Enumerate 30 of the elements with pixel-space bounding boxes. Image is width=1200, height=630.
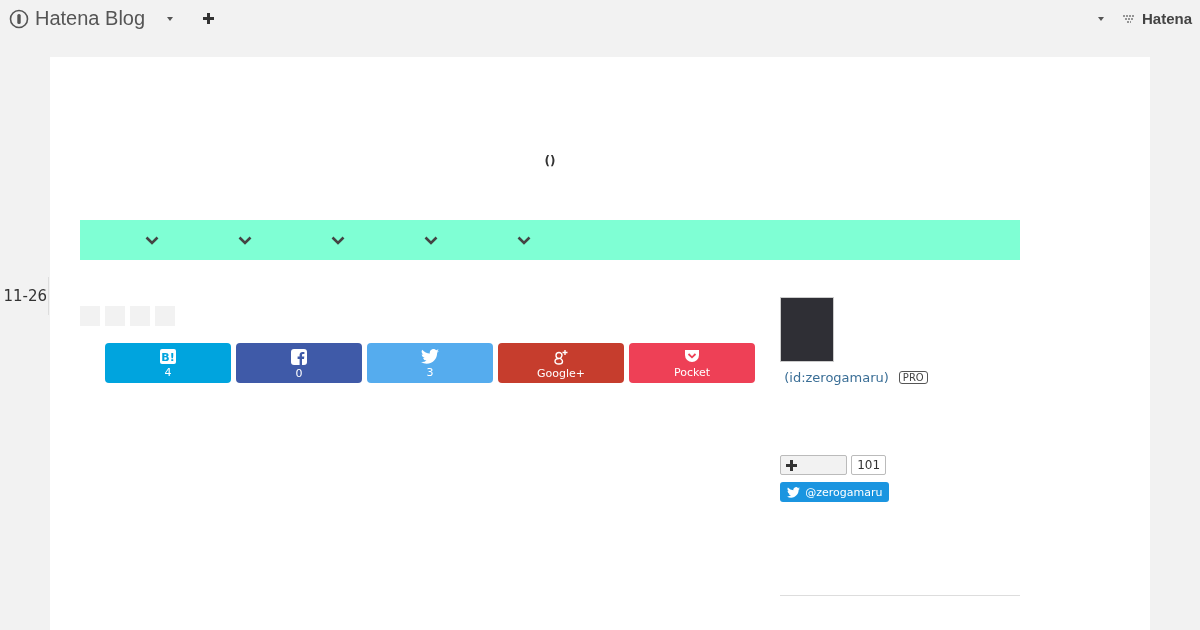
twitter-follow-button[interactable]: @zerogamaru — [780, 482, 890, 502]
entry-date: 11-26 — [0, 277, 49, 315]
facebook-icon — [291, 348, 307, 365]
chevron-down-icon[interactable] — [331, 235, 345, 245]
signal-logo-icon — [1121, 13, 1136, 24]
pro-badge: PRO — [898, 371, 928, 384]
blog-title[interactable]: () — [544, 154, 556, 168]
plus-icon[interactable] — [203, 13, 215, 24]
plus-icon — [786, 459, 798, 471]
blog-logo[interactable]: Hatena Blog — [35, 7, 146, 30]
share-button[interactable]: 0 — [236, 343, 362, 383]
share-button[interactable]: Pocket — [629, 343, 755, 383]
follower-count: 101 — [851, 455, 887, 475]
chevron-down-icon[interactable] — [238, 235, 252, 245]
dropdown-caret-icon[interactable] — [167, 16, 174, 21]
chevron-down-icon[interactable] — [145, 235, 159, 245]
google-plus-icon — [552, 348, 570, 365]
dropdown-caret-icon[interactable] — [1097, 16, 1104, 21]
pocket-icon — [684, 349, 700, 364]
pen-logo-icon — [9, 8, 29, 29]
hatena-logo[interactable]: Hatena — [1141, 10, 1192, 27]
hatena-bookmark-icon: B! — [160, 349, 176, 364]
bird-icon — [421, 349, 439, 364]
bird-icon — [787, 486, 801, 498]
chevron-down-icon[interactable] — [517, 235, 531, 245]
share-button[interactable]: Google+ — [498, 343, 624, 383]
profile-id-link[interactable]: (id:zerogamaru) — [784, 370, 889, 385]
chevron-down-icon[interactable] — [424, 235, 438, 245]
follow-button[interactable] — [780, 455, 848, 475]
photo-placeholder — [780, 297, 835, 362]
